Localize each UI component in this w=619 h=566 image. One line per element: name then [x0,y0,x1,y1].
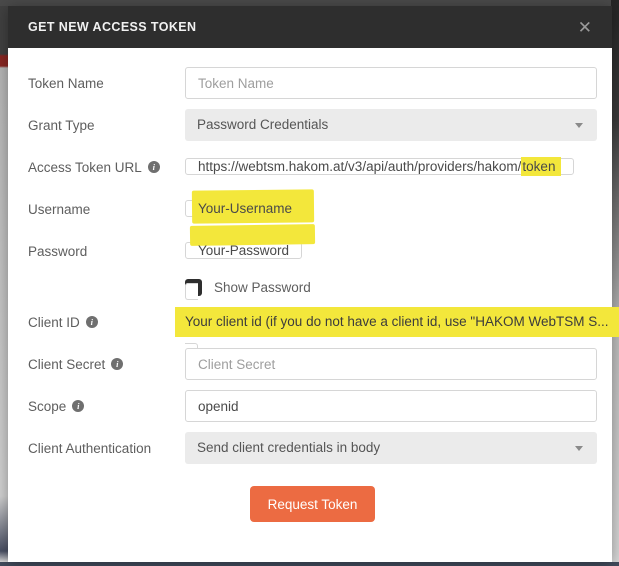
info-icon: i [72,400,84,412]
password-value-highlighted: Your-Password [198,242,289,259]
client-authentication-value: Send client credentials in body [197,433,380,463]
client-id-label: Client ID i [28,315,185,330]
token-name-label: Token Name [28,76,185,91]
get-new-access-token-dialog: GET NEW ACCESS TOKEN ✕ Token Name Grant … [8,6,612,562]
client-secret-input[interactable] [185,348,597,380]
username-input[interactable]: Your-Username [185,200,305,217]
access-token-url-label: Access Token URL i [28,160,185,175]
access-token-url-input[interactable]: https://webtsm.hakom.at/v3/api/auth/prov… [185,158,574,175]
dialog-body: Token Name Grant Type Password Credentia… [8,48,612,562]
scope-input[interactable] [185,390,597,422]
password-row: Password Your-Password [28,235,597,267]
access-token-url-highlight: token [521,158,561,175]
dialog-header: GET NEW ACCESS TOKEN ✕ [8,6,612,48]
close-icon[interactable]: ✕ [576,17,594,38]
info-icon: i [148,161,160,173]
grant-type-row: Grant Type Password Credentials [28,109,597,141]
scope-row: Scope i [28,390,597,422]
password-input[interactable]: Your-Password [185,242,302,259]
access-token-url-row: Access Token URL i https://webtsm.hakom.… [28,151,597,183]
request-token-button[interactable]: Request Token [250,486,376,522]
token-name-row: Token Name [28,67,597,99]
client-authentication-label: Client Authentication [28,441,185,456]
client-id-row: Client ID i Your client id (if you do no… [28,306,597,338]
token-name-input[interactable] [185,67,597,99]
backdrop-bottom-strip [0,562,619,566]
dialog-title: GET NEW ACCESS TOKEN [28,20,196,34]
client-authentication-select[interactable]: Send client credentials in body [185,432,597,464]
grant-type-select[interactable]: Password Credentials [185,109,597,141]
access-token-url-value: https://webtsm.hakom.at/v3/api/auth/prov… [198,159,521,174]
scope-label: Scope i [28,399,185,414]
username-row: Username Your-Username [28,193,597,225]
username-value-highlighted: Your-Username [198,200,292,217]
client-authentication-row: Client Authentication Send client creden… [28,432,597,464]
footer-button-row: Request Token [28,486,597,522]
info-icon: i [86,316,98,328]
client-secret-row: Client Secret i [28,348,597,380]
grant-type-value: Password Credentials [197,110,328,140]
info-icon: i [111,358,123,370]
backdrop-right-strip [611,0,619,566]
grant-type-label: Grant Type [28,118,185,133]
password-label: Password [28,244,185,259]
chevron-down-icon [575,123,583,128]
client-secret-label: Client Secret i [28,357,185,372]
client-id-value-highlighted: Your client id (if you do not have a cli… [185,307,609,337]
chevron-down-icon [575,446,583,451]
username-label: Username [28,202,185,217]
backdrop-left-strip [0,6,8,562]
